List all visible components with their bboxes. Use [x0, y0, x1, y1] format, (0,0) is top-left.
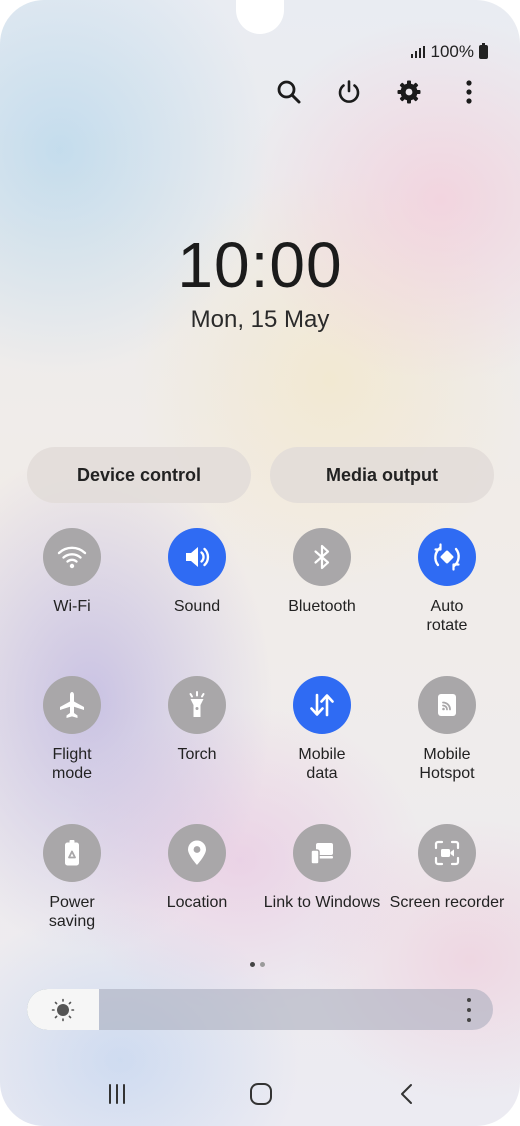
tile-screen-recorder-label: Screen recorder: [389, 894, 505, 911]
auto-rotate-icon: [434, 543, 460, 571]
tile-mobile-hotspot-label: Mobile Hotspot: [419, 746, 475, 782]
more-vertical-icon: [466, 80, 472, 104]
tile-link-to-windows-toggle[interactable]: [293, 824, 351, 882]
tile-wifi-label: Wi-Fi: [53, 598, 91, 615]
back-icon: [401, 1084, 412, 1104]
search-icon: [277, 80, 301, 104]
tile-sound-toggle[interactable]: [168, 528, 226, 586]
gear-icon: [397, 80, 421, 104]
media-output-button[interactable]: Media output: [270, 447, 494, 503]
power-button[interactable]: [333, 76, 365, 108]
screen-recorder-icon: [434, 840, 460, 866]
tile-bluetooth-label: Bluetooth: [288, 598, 356, 615]
more-options-button[interactable]: [453, 76, 485, 108]
tile-sound-label: Sound: [173, 598, 221, 615]
page-dot: [260, 962, 265, 967]
tile-screen-recorder[interactable]: Screen recorder: [385, 824, 509, 912]
tile-mobile-data-toggle[interactable]: [293, 676, 351, 734]
tile-power-saving-toggle[interactable]: [43, 824, 101, 882]
brightness-handle[interactable]: [27, 989, 99, 1030]
device-control-button[interactable]: Device control: [27, 447, 251, 503]
home-icon: [250, 1083, 272, 1105]
tile-auto-rotate[interactable]: Auto rotate: [385, 528, 509, 635]
quick-panel-actions: [0, 76, 520, 108]
tile-location-label: Location: [166, 894, 228, 911]
tile-torch-label: Torch: [177, 746, 217, 763]
recent-apps-icon: [109, 1084, 125, 1104]
signal-icon: [410, 46, 425, 58]
brightness-more-icon[interactable]: [467, 998, 471, 1022]
tile-flight-mode-label: Flight mode: [51, 746, 93, 782]
bluetooth-icon: [314, 544, 330, 570]
power-icon: [338, 80, 360, 103]
tile-flight-mode-toggle[interactable]: [43, 676, 101, 734]
tile-mobile-data[interactable]: Mobile data: [260, 676, 384, 783]
page-dot-active: [250, 962, 255, 967]
tile-bluetooth-toggle[interactable]: [293, 528, 351, 586]
hotspot-icon: [438, 694, 456, 716]
speaker-icon: [186, 547, 210, 567]
tile-auto-rotate-toggle[interactable]: [418, 528, 476, 586]
tile-mobile-data-label: Mobile data: [298, 746, 346, 782]
tile-link-to-windows[interactable]: Link to Windows: [260, 824, 384, 912]
status-bar: 100%: [410, 42, 488, 62]
sun-icon: [51, 998, 75, 1021]
tile-wifi-toggle[interactable]: [43, 528, 101, 586]
location-icon: [188, 840, 206, 865]
tile-mobile-hotspot[interactable]: Mobile Hotspot: [385, 676, 509, 783]
tile-location-toggle[interactable]: [168, 824, 226, 882]
back-button[interactable]: [385, 1076, 429, 1112]
tile-screen-recorder-toggle[interactable]: [418, 824, 476, 882]
tile-bluetooth[interactable]: Bluetooth: [260, 528, 384, 616]
tile-flight-mode[interactable]: Flight mode: [10, 676, 134, 783]
camera-notch: [236, 0, 284, 34]
power-saving-icon: [65, 840, 79, 866]
settings-button[interactable]: [393, 76, 425, 108]
tile-power-saving-label: Power saving: [48, 894, 96, 930]
wifi-icon: [57, 546, 87, 569]
tile-auto-rotate-label: Auto rotate: [426, 598, 468, 634]
airplane-icon: [60, 692, 84, 718]
torch-icon: [189, 691, 205, 717]
home-button[interactable]: [239, 1076, 283, 1112]
tile-power-saving[interactable]: Power saving: [10, 824, 134, 931]
battery-percentage: 100%: [430, 42, 474, 61]
recent-apps-button[interactable]: [95, 1076, 139, 1112]
tile-sound[interactable]: Sound: [135, 528, 259, 616]
tile-torch-toggle[interactable]: [168, 676, 226, 734]
tile-link-to-windows-label: Link to Windows: [263, 894, 381, 911]
mobile-data-icon: [310, 693, 334, 717]
tile-wifi[interactable]: Wi-Fi: [10, 528, 134, 616]
tile-torch[interactable]: Torch: [135, 676, 259, 764]
link-to-windows-icon: [310, 843, 333, 865]
clock-time: 10:00: [177, 229, 343, 301]
page-indicator: [250, 962, 265, 967]
tile-location[interactable]: Location: [135, 824, 259, 912]
search-button[interactable]: [273, 76, 305, 108]
clock-date: Mon, 15 May: [190, 306, 330, 333]
quick-panel-screen: 100% 10:00 Mon, 15 May Device control Me…: [0, 0, 520, 1126]
tile-mobile-hotspot-toggle[interactable]: [418, 676, 476, 734]
navigation-bar: [0, 1076, 520, 1112]
battery-icon: [479, 43, 488, 59]
brightness-slider[interactable]: [27, 989, 493, 1030]
